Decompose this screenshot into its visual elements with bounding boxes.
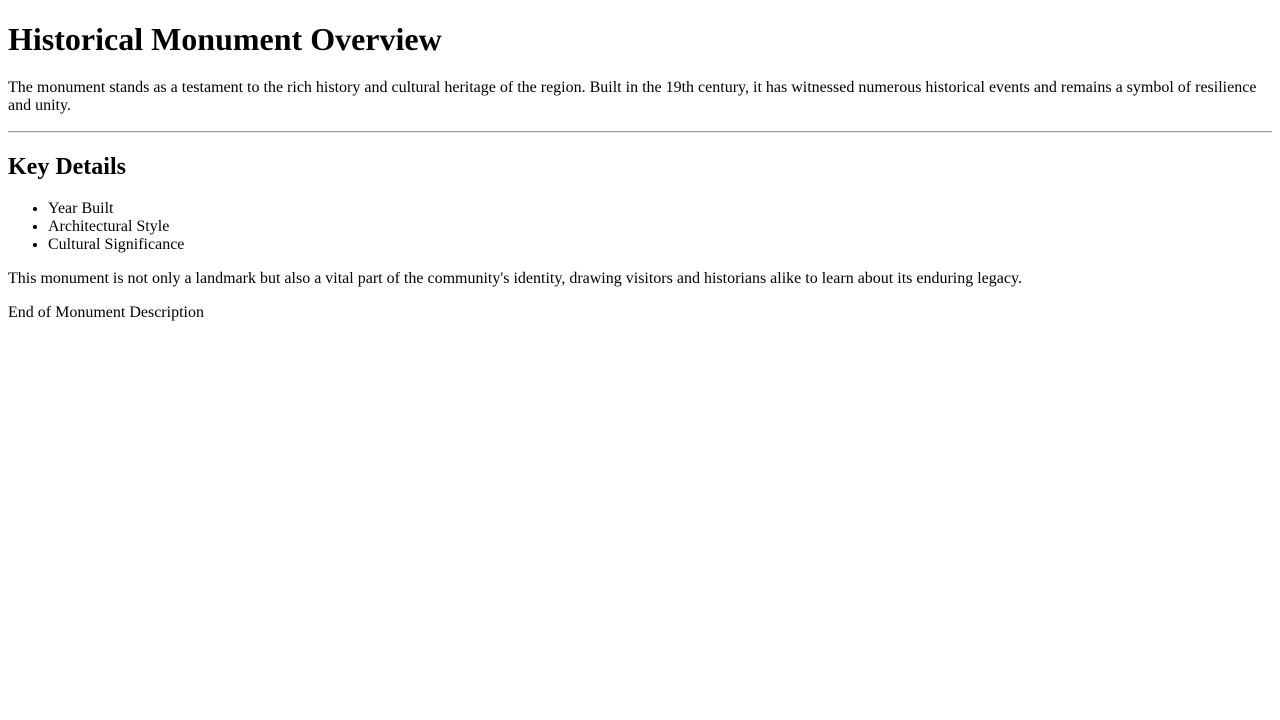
- intro-paragraph: The monument stands as a testament to th…: [8, 79, 1257, 114]
- end-note: End of Monument Description: [8, 304, 204, 321]
- key-details-list: Year Built Architectural Style Cultural …: [8, 200, 1272, 254]
- list-item-architectural-style: Architectural Style: [48, 218, 1272, 236]
- page-title: Historical Monument Overview: [8, 21, 442, 57]
- section-divider: [8, 131, 1272, 133]
- key-details-heading: Key Details: [8, 154, 126, 180]
- closing-paragraph: This monument is not only a landmark but…: [8, 270, 1022, 287]
- list-item-year-built: Year Built: [48, 200, 1272, 218]
- list-item-cultural-significance: Cultural Significance: [48, 236, 1272, 254]
- document-page: Historical Monument Overview The monumen…: [0, 21, 1280, 322]
